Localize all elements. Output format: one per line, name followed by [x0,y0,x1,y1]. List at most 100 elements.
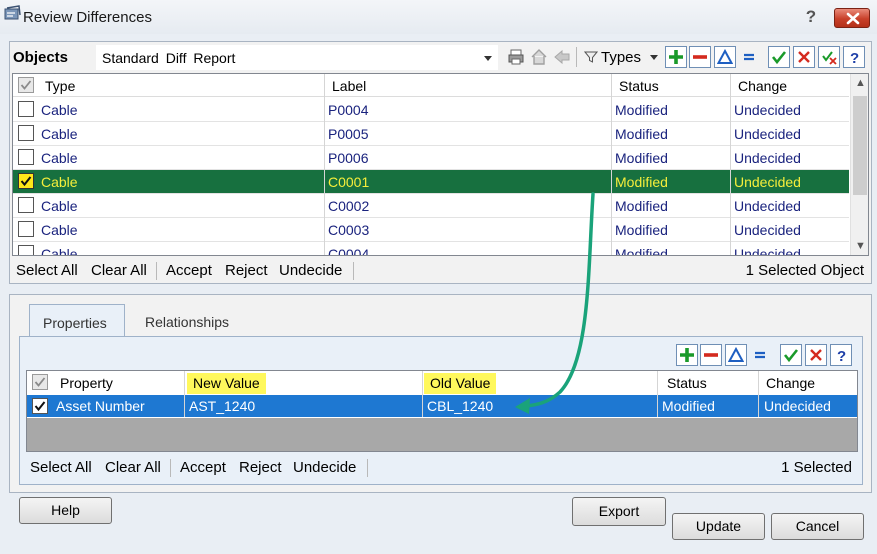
add-button[interactable] [676,344,698,366]
col-label[interactable]: Label [332,78,366,94]
clear-all-link[interactable]: Clear All [91,262,147,279]
question-icon: ? [850,50,859,65]
property-old-value: CBL_1240 [427,398,494,414]
clear-all-link[interactable]: Clear All [105,459,161,476]
property-row[interactable]: Asset Number AST_1240 CBL_1240 Modified … [27,395,857,417]
update-button[interactable]: Update [672,513,765,540]
col-change[interactable]: Change [738,78,787,94]
row-checkbox[interactable] [18,221,34,237]
cell-label: C0003 [328,222,370,238]
select-all-link[interactable]: Select All [30,459,92,476]
action-separator [156,262,157,280]
cell-label: P0005 [328,126,369,142]
remove-button[interactable] [689,46,711,68]
table-row[interactable]: Cable P0005 Modified Undecided [13,122,849,146]
modified-button[interactable] [714,46,736,68]
help-button[interactable]: ? [830,344,852,366]
column-divider [730,74,731,255]
properties-empty-area [27,418,857,451]
accept-link[interactable]: Accept [180,459,226,476]
undecide-link[interactable]: Undecide [293,459,356,476]
col-property[interactable]: Property [60,375,113,391]
accept-button[interactable] [780,344,802,366]
action-separator [353,262,354,280]
select-all-checkbox[interactable] [32,374,48,390]
action-separator [367,459,368,477]
row-checkbox[interactable] [18,245,34,255]
back-arrow-icon[interactable] [553,48,571,66]
print-icon[interactable] [507,48,525,66]
col-old-value[interactable]: Old Value [424,373,497,394]
cell-type: Cable [41,126,78,142]
col-new-value[interactable]: New Value [187,373,266,394]
export-button[interactable]: Export [572,497,666,526]
types-filter-button[interactable]: Types [582,46,658,68]
cell-change: Undecided [734,102,801,118]
help-icon[interactable]: ? [802,8,820,26]
svg-text:?: ? [837,348,846,363]
select-all-link[interactable]: Select All [16,262,78,279]
select-all-checkbox[interactable] [18,77,34,93]
column-divider [657,371,658,417]
table-row[interactable]: Cable P0004 Modified Undecided [13,98,849,122]
remove-button[interactable] [700,344,722,366]
cell-change: Undecided [734,174,801,190]
title-bar: Review Differences ? [0,0,877,34]
table-row[interactable]: Cable P0006 Modified Undecided [13,146,849,170]
cell-change: Undecided [734,222,801,238]
table-row[interactable]: Cable C0001 Modified Undecided [13,170,849,194]
col-status[interactable]: Status [619,78,659,94]
table-row[interactable]: Cable C0003 Modified Undecided [13,218,849,242]
col-change[interactable]: Change [766,375,815,391]
properties-action-bar: Select All Clear All Accept Reject Undec… [20,455,862,483]
row-checkbox[interactable] [18,197,34,213]
equal-button[interactable] [738,46,760,68]
x-icon [810,349,822,361]
scroll-down-icon[interactable]: ▼ [855,240,866,252]
table-row[interactable]: Cable C0002 Modified Undecided [13,194,849,218]
col-status[interactable]: Status [667,375,707,391]
properties-grid-header: Property New Value Old Value Status Chan… [27,371,857,395]
undecide-link[interactable]: Undecide [279,262,342,279]
row-checkbox[interactable] [18,125,34,141]
cancel-button[interactable]: Cancel [771,513,864,540]
column-divider [758,371,759,417]
reject-link[interactable]: Reject [239,459,282,476]
property-name: Asset Number [56,398,145,414]
modified-button[interactable] [725,344,747,366]
objects-action-bar: Select All Clear All Accept Reject Undec… [10,258,871,282]
equal-button[interactable] [749,344,771,366]
objects-scrollbar[interactable]: ▲ ▼ [850,74,868,255]
accept-link[interactable]: Accept [166,262,212,279]
tab-relationships[interactable]: Relationships [132,304,252,337]
table-row[interactable]: Cable C0004 Modified Undecided [13,242,849,256]
reject-button[interactable] [805,344,827,366]
details-panel: Properties Relationships ? Property New … [9,294,872,493]
help-dialog-button[interactable]: Help [19,497,112,524]
accept-button[interactable] [768,46,790,68]
report-select[interactable]: Standard Diff Report [96,45,498,70]
reject-link[interactable]: Reject [225,262,268,279]
action-separator [170,459,171,477]
toolbar-separator [576,47,577,67]
close-button[interactable] [834,8,870,28]
scroll-thumb[interactable] [853,96,867,195]
cell-label: C0001 [328,174,370,190]
cell-label: C0004 [328,246,370,256]
help-button[interactable]: ? [843,46,865,68]
cell-status: Modified [615,102,668,118]
row-checkbox[interactable] [18,149,34,165]
row-checkbox[interactable] [18,101,34,117]
scroll-up-icon[interactable]: ▲ [855,77,866,89]
property-row-checkbox[interactable] [32,398,48,414]
delta-icon [728,347,744,362]
tab-properties[interactable]: Properties [29,304,125,337]
undecide-button[interactable] [818,46,840,68]
cell-change: Undecided [734,198,801,214]
reject-button[interactable] [793,46,815,68]
col-type[interactable]: Type [45,78,75,94]
add-button[interactable] [665,46,687,68]
delta-icon [717,49,733,64]
home-icon[interactable] [530,48,548,66]
row-checkbox[interactable] [18,173,34,189]
